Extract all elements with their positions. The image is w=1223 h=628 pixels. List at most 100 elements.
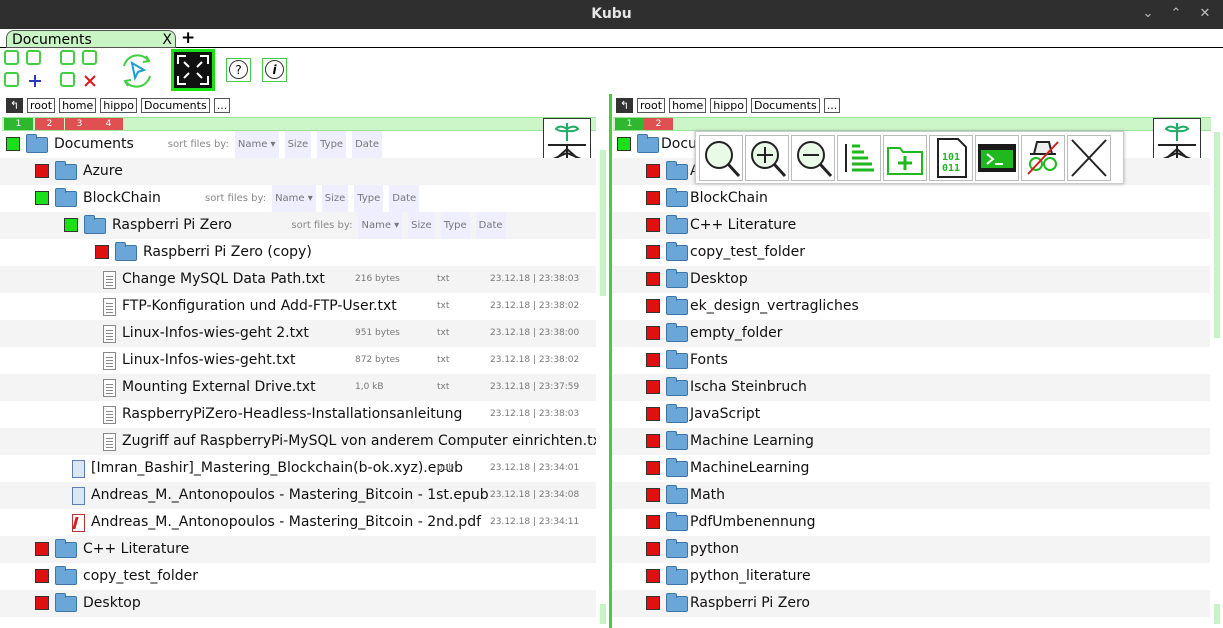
sort-date-button[interactable]: Date (475, 212, 506, 239)
right-scrollbar[interactable] (1214, 132, 1220, 338)
remove-pane-button[interactable] (60, 50, 104, 92)
minimize-button[interactable]: ⌄ (1138, 5, 1158, 23)
collapsed-toggle[interactable] (646, 164, 660, 178)
folder-row[interactable]: C++ Literature (613, 212, 1210, 239)
collapsed-toggle[interactable] (646, 245, 660, 259)
collapsed-toggle[interactable] (646, 596, 660, 610)
collapsed-toggle[interactable] (646, 191, 660, 205)
left-level-2[interactable]: 2 (35, 118, 64, 130)
file-row[interactable]: Mounting External Drive.txt 1,0 kB txt 23.1… (0, 374, 596, 401)
fullscreen-button[interactable] (171, 49, 215, 91)
folder-row[interactable]: Machine Learning (613, 428, 1210, 455)
left-crumb-root[interactable]: root (27, 97, 56, 113)
folder-row[interactable]: copy_test_folder (613, 239, 1210, 266)
sort-size-button[interactable]: Size (408, 212, 435, 239)
right-crumb-root[interactable]: root (637, 97, 666, 113)
left-level-1[interactable]: 1 (4, 118, 33, 130)
folder-row[interactable]: Desktop (0, 590, 596, 617)
right-crumb-documents[interactable]: Documents (750, 97, 820, 113)
folder-row[interactable]: Fonts (613, 347, 1210, 374)
expanded-toggle[interactable] (64, 218, 78, 232)
collapsed-toggle[interactable] (646, 407, 660, 421)
folder-row[interactable]: BlockChain (613, 185, 1210, 212)
hidden-files-button[interactable] (1021, 135, 1065, 181)
sort-name-button[interactable]: Name ▾ (234, 131, 279, 158)
close-window-button[interactable]: ✕ (1195, 5, 1215, 23)
sort-size-button[interactable]: Size (284, 131, 312, 158)
file-row[interactable]: RaspberryPiZero-Headless-Installationsan… (0, 401, 596, 428)
collapsed-toggle[interactable] (646, 434, 660, 448)
right-level-2[interactable]: 2 (644, 118, 673, 130)
folder-row[interactable]: JavaScript (613, 401, 1210, 428)
folder-row[interactable]: Desktop (613, 266, 1210, 293)
folder-row[interactable]: C++ Literature (0, 536, 596, 563)
collapsed-toggle[interactable] (646, 488, 660, 502)
right-back-button[interactable]: ↰ (616, 97, 633, 113)
collapsed-toggle[interactable] (35, 542, 49, 556)
folder-row[interactable]: MachineLearning (613, 455, 1210, 482)
sort-type-button[interactable]: Type (317, 131, 347, 158)
collapsed-toggle[interactable] (646, 218, 660, 232)
folder-row[interactable]: copy_test_folder (0, 563, 596, 590)
expanded-toggle[interactable] (6, 137, 20, 151)
left-crumb-more[interactable]: ... (213, 97, 231, 113)
collapsed-toggle[interactable] (646, 299, 660, 313)
collapsed-toggle[interactable] (646, 380, 660, 394)
folder-row[interactable]: Raspberri Pi Zero sort files by: Name ▾ Siz… (0, 212, 596, 239)
sort-type-button[interactable]: Type (440, 212, 470, 239)
collapsed-toggle[interactable] (35, 164, 49, 178)
file-row[interactable]: Linux-Infos-wies-geht 2.txt 951 bytes txt 2… (0, 320, 596, 347)
left-back-button[interactable]: ↰ (6, 97, 23, 113)
collapsed-toggle[interactable] (646, 272, 660, 286)
right-level-1[interactable]: 1 (615, 118, 644, 130)
file-row[interactable]: [Imran_Bashir]_Mastering_Blockchain(b-ok… (0, 455, 596, 482)
folder-row[interactable]: BlockChain sort files by: Name ▾ Size Type Da… (0, 185, 596, 212)
help-button[interactable]: ? (226, 58, 251, 82)
terminal-button[interactable] (975, 135, 1019, 181)
tab-close-icon[interactable]: X (162, 31, 172, 49)
sort-name-button[interactable]: Name ▾ (358, 212, 403, 239)
left-level-3[interactable]: 3 (65, 118, 94, 130)
collapsed-toggle[interactable] (646, 569, 660, 583)
collapsed-toggle[interactable] (35, 596, 49, 610)
sort-size-button[interactable]: Size (321, 185, 349, 212)
left-crumb-documents[interactable]: Documents (140, 97, 210, 113)
sync-button[interactable] (116, 50, 158, 92)
maximize-button[interactable]: ⌃ (1166, 5, 1186, 23)
collapsed-toggle[interactable] (646, 461, 660, 475)
folder-row[interactable]: ek_design_vertragliches (613, 293, 1210, 320)
folder-row[interactable]: empty_folder (613, 320, 1210, 347)
close-popup-button[interactable] (1067, 135, 1111, 181)
right-crumb-home[interactable]: home (669, 97, 707, 113)
pane-divider[interactable] (609, 94, 612, 628)
right-scrollbar-bottom[interactable] (1214, 604, 1220, 624)
add-tab-button[interactable]: + (181, 29, 195, 47)
add-pane-button[interactable] (4, 50, 48, 92)
folder-row[interactable]: Documents sort files by: Name ▾ Size Type Dat… (0, 131, 596, 158)
right-crumb-hippo[interactable]: hippo (710, 97, 747, 113)
file-row[interactable]: Andreas_M._Antonopoulos - Mastering_Bitc… (0, 482, 596, 509)
sort-type-button[interactable]: Type (354, 185, 384, 212)
new-folder-button[interactable] (883, 135, 927, 181)
folder-row[interactable]: Raspberri Pi Zero (613, 590, 1210, 617)
sort-date-button[interactable]: Date (352, 131, 382, 158)
sort-name-button[interactable]: Name ▾ (272, 185, 316, 212)
collapsed-toggle[interactable] (646, 353, 660, 367)
folder-row[interactable]: Ischa Steinbruch (613, 374, 1210, 401)
expanded-toggle[interactable] (617, 137, 631, 151)
binary-view-button[interactable]: 101 011 (929, 135, 973, 181)
file-row[interactable]: Linux-Infos-wies-geht.txt 872 bytes txt 23.… (0, 347, 596, 374)
left-crumb-hippo[interactable]: hippo (100, 97, 137, 113)
file-row[interactable]: Andreas_M._Antonopoulos - Mastering_Bitc… (0, 509, 596, 536)
left-level-4[interactable]: 4 (94, 118, 123, 130)
collapsed-toggle[interactable] (646, 326, 660, 340)
expanded-toggle[interactable] (35, 191, 49, 205)
folder-row[interactable]: python_literature (613, 563, 1210, 590)
folder-row[interactable]: Math (613, 482, 1210, 509)
collapsed-toggle[interactable] (95, 245, 109, 259)
collapsed-toggle[interactable] (646, 542, 660, 556)
collapsed-toggle[interactable] (646, 515, 660, 529)
file-row[interactable]: Change MySQL Data Path.txt 216 bytes txt 23… (0, 266, 596, 293)
folder-row[interactable]: PdfUmbenennung (613, 509, 1210, 536)
folder-row[interactable]: Raspberri Pi Zero (copy) (0, 239, 596, 266)
